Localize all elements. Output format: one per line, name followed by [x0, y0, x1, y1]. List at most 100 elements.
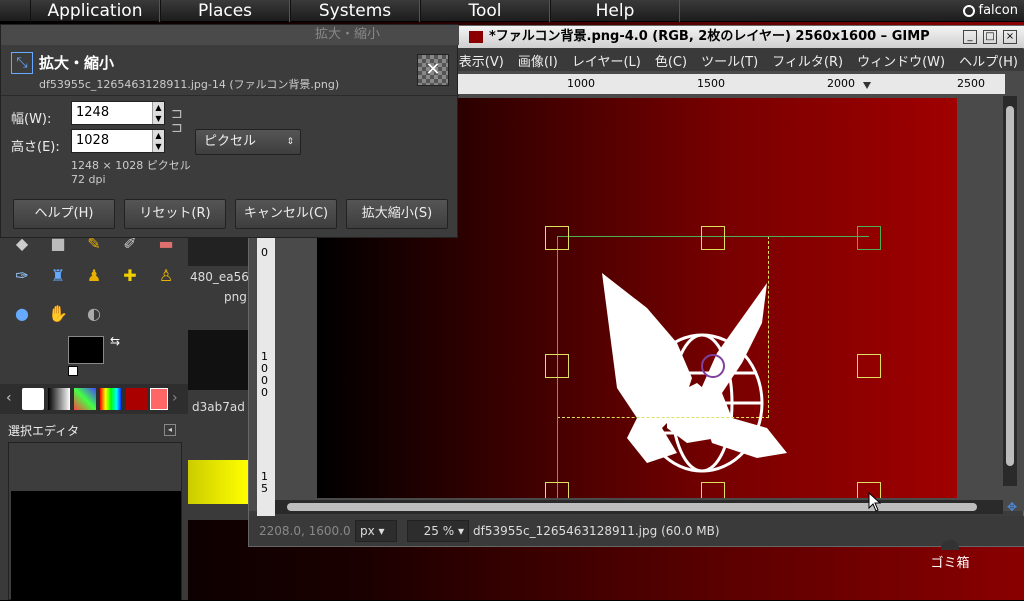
scrollbar-thumb[interactable]	[1006, 106, 1014, 466]
status-bar: 2208.0, 1600.0 px ▾ 25 % ▾ df53955c_1265…	[249, 516, 1024, 546]
smudge-tool-icon[interactable]: ✋	[48, 304, 68, 324]
gradient-tab-icon[interactable]	[48, 388, 70, 410]
menu-help[interactable]: ヘルプ(H)	[952, 51, 1024, 70]
panel-menu-application[interactable]: Application	[30, 0, 160, 22]
width-spinner[interactable]: ▲ ▼	[152, 102, 164, 124]
chain-link-icon[interactable]: ⊐ ⊐	[171, 107, 183, 135]
dialog-title-faded: 拡大・縮小	[315, 27, 381, 42]
menu-layer[interactable]: レイヤー(L)	[565, 51, 648, 70]
panel-menu-tool[interactable]: Tool	[420, 0, 550, 22]
transform-center-icon[interactable]	[701, 354, 725, 378]
width-label: 幅(W):	[11, 112, 52, 127]
layer-thumbnail[interactable]	[188, 460, 248, 504]
layer-name: d3ab7ad	[192, 400, 245, 414]
unit-select[interactable]: px ▾	[355, 520, 397, 542]
ruler-tick: 0	[261, 386, 268, 399]
pointer-coords: 2208.0, 1600.0	[259, 524, 351, 538]
scale-icon: ⤡	[11, 52, 33, 74]
ruler-tick: 2500	[957, 77, 985, 90]
foreground-color[interactable]	[68, 336, 104, 364]
dialog-heading: 拡大・縮小	[39, 54, 115, 72]
trash-label: ゴミ箱	[930, 556, 970, 571]
scale-button[interactable]: 拡大縮小(S)	[346, 199, 448, 229]
reset-button[interactable]: リセット(R)	[124, 199, 226, 229]
chevron-right-icon[interactable]: ›	[172, 390, 178, 406]
airbrush-tool-icon[interactable]: ✑	[12, 266, 32, 286]
palette-tab-icon[interactable]	[74, 388, 96, 410]
default-colors-icon[interactable]	[68, 366, 78, 376]
ruler-tick: 0	[261, 246, 268, 259]
menu-view[interactable]: 表示(V)	[452, 51, 511, 70]
pattern-tab-icon[interactable]	[100, 388, 122, 410]
layer-thumbnail[interactable]	[188, 238, 248, 266]
transform-handle[interactable]	[545, 226, 569, 250]
height-input[interactable]: 1028 ▲ ▼	[71, 129, 165, 153]
clone-tool-icon[interactable]: ♟	[84, 266, 104, 286]
image-thumbnail-icon: ✕	[417, 54, 449, 86]
perspective-clone-icon[interactable]: ♙	[156, 266, 176, 286]
navigate-icon[interactable]: ✥	[1005, 500, 1019, 514]
chevron-updown-icon: ⇕	[286, 137, 294, 147]
ruler-tick: 2000	[827, 77, 855, 90]
user-name: falcon	[978, 3, 1019, 18]
maximize-icon[interactable]: □	[983, 30, 997, 44]
ruler-tick: 1500	[697, 77, 725, 90]
user-menu[interactable]: falcon	[962, 0, 1019, 22]
layer-name: 480_ea56c	[190, 270, 256, 284]
menu-windows[interactable]: ウィンドウ(W)	[850, 51, 952, 70]
width-input[interactable]: 1248 ▲ ▼	[71, 101, 165, 125]
menu-filters[interactable]: フィルタ(R)	[765, 51, 850, 70]
transform-handle[interactable]	[857, 354, 881, 378]
ink-tool-icon[interactable]: ♜	[48, 266, 68, 286]
dodge-tool-icon[interactable]: ◐	[84, 304, 104, 324]
menu-colors[interactable]: 色(C)	[648, 51, 694, 70]
zoom-select[interactable]: 25 % ▾	[407, 520, 469, 542]
mouse-cursor-icon	[868, 492, 882, 512]
height-spinner[interactable]: ▲ ▼	[152, 130, 164, 152]
swap-colors-icon[interactable]: ⇆	[110, 334, 120, 348]
heal-tool-icon[interactable]: ✚	[120, 266, 140, 286]
trash-icon	[941, 540, 959, 550]
font-tab-icon[interactable]	[126, 388, 148, 410]
size-info: 1248 × 1028 ピクセル	[71, 159, 191, 172]
panel-menu-places[interactable]: Places	[160, 0, 290, 22]
horizontal-scrollbar[interactable]	[275, 500, 1003, 514]
brush-tab-icon[interactable]	[22, 388, 44, 410]
brush-tabs: ‹ ›	[0, 384, 188, 414]
panel-menu-systems[interactable]: Systems	[290, 0, 420, 22]
panel-menu-icon[interactable]: ◂	[164, 424, 176, 436]
image-window-title: *ファルコン背景.png-4.0 (RGB, 2枚のレイヤー) 2560x160…	[489, 29, 930, 44]
close-icon[interactable]: ×	[1003, 30, 1017, 44]
trash-desktop-icon[interactable]: ゴミ箱	[920, 540, 980, 571]
dialog-header: ⤡ 拡大・縮小 df53955c_1265463128911.jpg-14 (フ…	[1, 46, 459, 96]
window-icon	[469, 31, 483, 43]
layer-thumbnail[interactable]	[188, 330, 248, 390]
scale-image-dialog: 拡大・縮小 ⤡ 拡大・縮小 df53955c_1265463128911.jpg…	[0, 24, 459, 238]
ruler-tick: 5	[261, 482, 268, 495]
selection-tab-icon[interactable]	[150, 388, 168, 410]
unit-select[interactable]: ピクセル ⇕	[195, 129, 301, 155]
cancel-button[interactable]: キャンセル(C)	[235, 199, 337, 229]
ruler-pointer-icon	[863, 82, 871, 89]
minimize-icon[interactable]: _	[963, 30, 977, 44]
transform-handle[interactable]	[857, 226, 881, 250]
top-panel: Application Places Systems Tool Help fal…	[0, 0, 1024, 22]
help-button[interactable]: ヘルプ(H)	[13, 199, 115, 229]
ruler-tick: 1000	[567, 77, 595, 90]
layers-panel: 480_ea56c png d3ab7ad	[188, 230, 256, 520]
vertical-scrollbar[interactable]	[1003, 96, 1017, 486]
layer-ext: png	[224, 290, 247, 304]
menu-image[interactable]: 画像(I)	[511, 51, 565, 70]
transform-handle[interactable]	[545, 354, 569, 378]
transform-handle[interactable]	[545, 482, 569, 498]
menu-tools[interactable]: ツール(T)	[694, 51, 765, 70]
chevron-left-icon[interactable]: ‹	[6, 390, 12, 406]
toolbox: ◆ ■ ✎ ✐ ▬ ✑ ♜ ♟ ✚ ♙ ● ✋ ◐ ⇆ ‹ › 選択エディタ ◂	[0, 234, 188, 601]
transform-handle[interactable]	[701, 482, 725, 498]
height-label: 高さ(E):	[11, 140, 60, 155]
transform-handle[interactable]	[701, 226, 725, 250]
blur-tool-icon[interactable]: ●	[12, 304, 32, 324]
dialog-titlebar[interactable]: 拡大・縮小	[1, 25, 459, 45]
selection-preview	[8, 442, 182, 601]
panel-menu-help[interactable]: Help	[550, 0, 680, 22]
